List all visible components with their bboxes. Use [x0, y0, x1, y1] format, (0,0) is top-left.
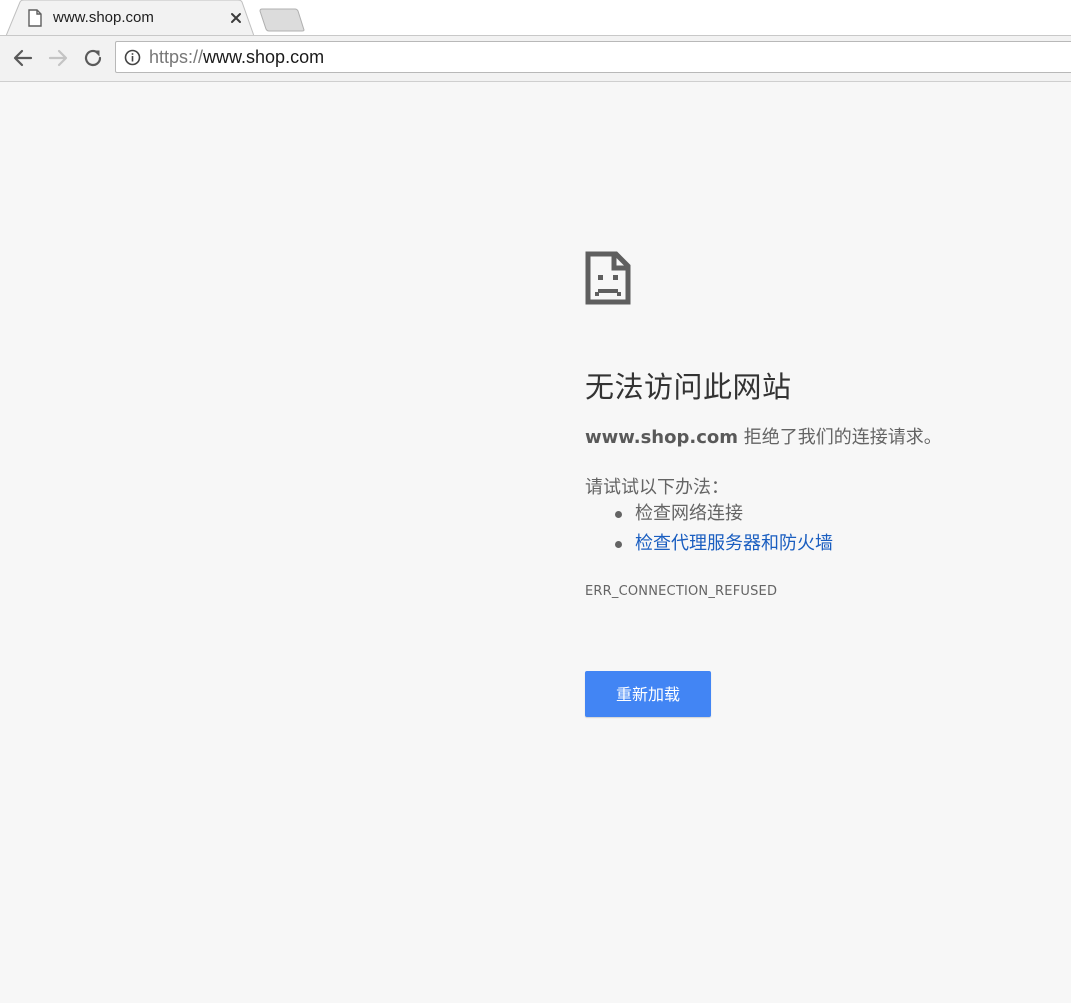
close-icon[interactable] [228, 10, 244, 26]
info-icon[interactable] [124, 49, 141, 66]
suggestion-check-network: 检查网络连接 [635, 503, 743, 524]
bullet-icon [615, 511, 622, 518]
browser-toolbar: https://www.shop.com [0, 36, 1071, 81]
url-host: www.shop.com [203, 47, 325, 67]
arrow-left-icon[interactable] [11, 46, 35, 70]
reload-button[interactable]: 重新加载 [585, 671, 711, 717]
suggestion-check-proxy-link[interactable]: 检查代理服务器和防火墙 [635, 533, 833, 554]
page-icon [28, 9, 42, 27]
suggestion-item: 检查网络连接 [585, 501, 833, 531]
suggestions-list: 检查网络连接 检查代理服务器和防火墙 [585, 501, 833, 561]
url-text[interactable]: https://www.shop.com [149, 47, 324, 68]
error-code: ERR_CONNECTION_REFUSED [585, 584, 778, 599]
error-page: 无法访问此网站 www.shop.com 拒绝了我们的连接请求。 请试试以下办法… [0, 82, 1071, 1003]
arrow-right-icon[interactable] [46, 46, 70, 70]
error-description-text: 拒绝了我们的连接请求。 [737, 427, 942, 448]
tab-title: www.shop.com [53, 9, 154, 26]
tab-strip: www.shop.com [0, 0, 1071, 36]
new-tab-icon[interactable] [258, 8, 306, 32]
url-scheme: https:// [149, 47, 204, 67]
reload-icon[interactable] [81, 46, 105, 70]
error-host: www.shop.com [585, 427, 738, 448]
sad-page-icon [585, 251, 631, 305]
suggestion-item: 检查代理服务器和防火墙 [585, 531, 833, 561]
bullet-icon [615, 541, 622, 548]
browser-chrome: www.shop.com https://www.shop.com [0, 0, 1071, 82]
error-title: 无法访问此网站 [585, 370, 792, 404]
suggestions-heading: 请试试以下办法： [585, 477, 729, 498]
tab-active[interactable]: www.shop.com [6, 0, 254, 36]
error-description: www.shop.com 拒绝了我们的连接请求。 [585, 423, 942, 449]
address-bar[interactable]: https://www.shop.com [115, 41, 1071, 73]
